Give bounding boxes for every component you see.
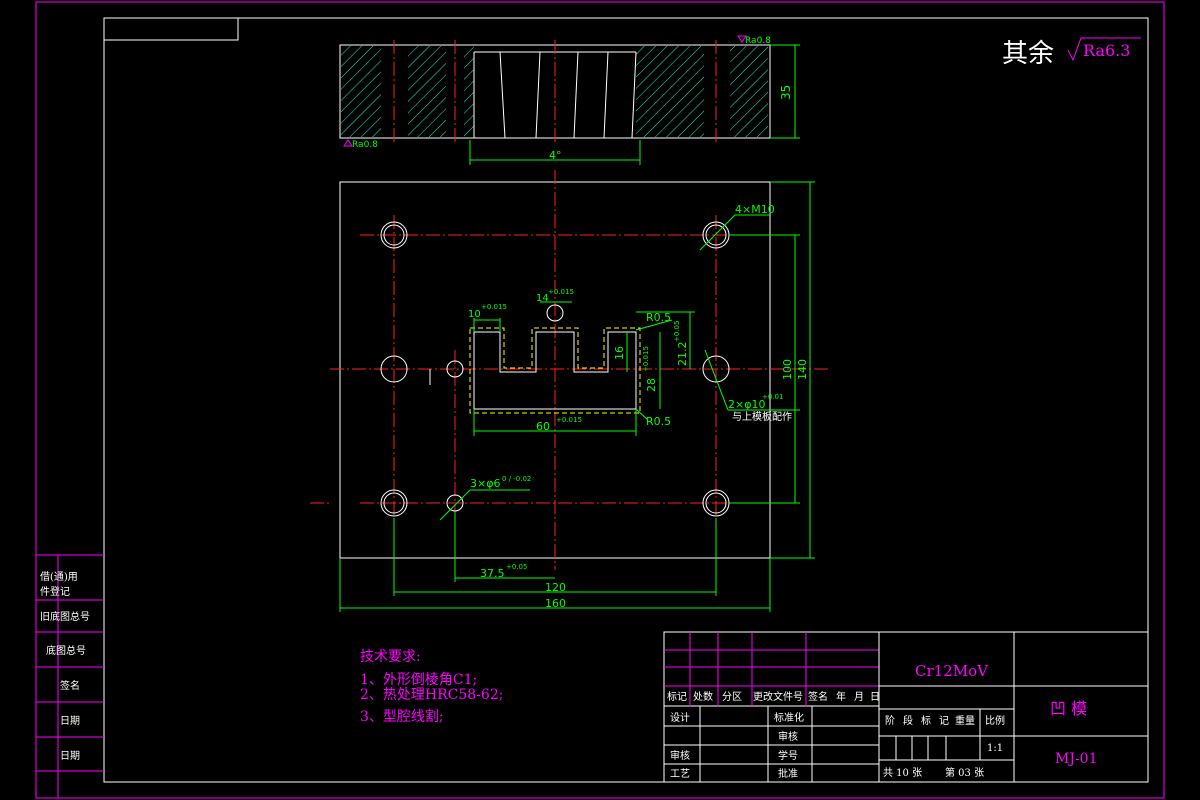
pin-callout-tol: +0.01 <box>762 393 783 401</box>
hole-callout: 4×M10 <box>735 203 775 216</box>
depth-16: 16 <box>613 346 626 360</box>
rev-doc: 更改文件号 <box>753 690 803 703</box>
rev-year: 年 <box>836 690 846 703</box>
drawing-no: MJ-01 <box>1055 751 1098 767</box>
ra-bottom-symbol <box>343 139 353 147</box>
tech-item-3: 3、型腔线割; <box>360 708 444 725</box>
part-name: 凹 模 <box>1050 699 1087 718</box>
weight-label: 重量 <box>955 714 975 727</box>
radius-bottom: R0.5 <box>646 415 671 428</box>
proofread-label: 审核 <box>778 730 798 743</box>
dim-100: 100 <box>781 359 794 380</box>
strip-label-2: 件登记 <box>40 585 70 598</box>
stage-4: 记 <box>939 715 949 727</box>
height-dim: 35 <box>779 85 793 100</box>
pin-callout: 2×φ10 <box>728 398 765 411</box>
strip-label-6: 日期 <box>60 715 80 727</box>
strip-label-3: 旧底图总号 <box>40 610 90 623</box>
hatch-3 <box>464 46 474 137</box>
surface-prefix: 其余 <box>1002 39 1054 69</box>
approve-label: 批准 <box>778 767 798 780</box>
dim-37: 37.5 <box>480 567 505 580</box>
strip-label-1: 借(通)用 <box>40 571 78 583</box>
scale-label: 比例 <box>985 714 1005 727</box>
dim-120: 120 <box>545 581 566 594</box>
sheet-number: 第 03 张 <box>945 766 984 779</box>
slot-width: 10 <box>468 309 481 320</box>
pin-note: 与上模板配作 <box>732 410 792 423</box>
title-block: 标记 处数 分区 更改文件号 签名 年 月 日 设计 标准化 审核 审核 学号 … <box>663 631 1149 783</box>
hatch-5 <box>730 46 768 137</box>
check-label: 审核 <box>670 749 690 762</box>
dim-28: 28 <box>645 378 658 392</box>
section-view: 35 Ra0.8 Ra0.8 4° <box>339 35 800 165</box>
dim-21: 21.2 <box>676 342 689 367</box>
ra-top: Ra0.8 <box>745 36 771 46</box>
tech-title: 技术要求: <box>360 649 421 665</box>
tech-item-1: 1、外形倒棱角C1; <box>360 672 477 688</box>
pin-dia-tol: +0.015 <box>548 288 574 296</box>
tech-requirements: 技术要求: 1、外形倒棱角C1; 2、热处理HRC58-62; 3、型腔线割; <box>360 649 503 725</box>
angle-dim: 4° <box>549 149 562 162</box>
stage-2: 段 <box>903 714 913 727</box>
width-60-tol: +0.015 <box>556 416 582 424</box>
rev-month: 月 <box>854 691 864 703</box>
left-strip: 借(通)用 件登记 旧底图总号 底图总号 签名 日期 日期 <box>36 554 104 798</box>
date-mark-label: 学号 <box>778 749 798 762</box>
dim-37-tol: +0.05 <box>506 563 527 571</box>
outer-border <box>35 1 1165 799</box>
plan-view: 10 +0.015 14 +0.015 R0.5 R0.5 16 28 +0.0… <box>310 170 830 612</box>
material: Cr12MoV <box>915 662 989 680</box>
strip-label-5: 签名 <box>60 679 80 692</box>
tech-item-2: 2、热处理HRC58-62; <box>360 687 503 703</box>
small-holes: 3×φ6 <box>470 477 500 490</box>
width-60: 60 <box>536 420 550 433</box>
hatch-2 <box>408 46 446 137</box>
strip-label-7: 日期 <box>60 750 80 762</box>
hatch-1 <box>341 46 381 137</box>
stage-3: 标 <box>921 715 931 727</box>
dim-160: 160 <box>545 597 566 610</box>
radius-top: R0.5 <box>646 311 671 324</box>
small-holes-tol: 0 / -0.02 <box>502 475 531 483</box>
slot-width-tol: +0.015 <box>481 303 507 311</box>
rev-day: 日 <box>870 692 880 703</box>
standardize-label: 标准化 <box>774 711 804 724</box>
rev-sign: 签名 <box>808 690 828 703</box>
process-label: 工艺 <box>670 768 690 780</box>
rev-zone: 分区 <box>722 691 742 703</box>
dim-28-tol: +0.015 <box>642 346 650 372</box>
corner-box <box>103 17 239 41</box>
stage-1: 阶 <box>885 714 895 727</box>
design-label: 设计 <box>670 711 690 724</box>
rev-mark: 标记 <box>667 691 687 703</box>
sheets-total: 共 10 张 <box>883 767 922 779</box>
dim-21-tol: +0.05 <box>673 321 681 342</box>
rev-count: 处数 <box>693 690 713 703</box>
hatch-4 <box>636 46 704 137</box>
ra-bottom: Ra0.8 <box>352 140 378 150</box>
dim-140: 140 <box>796 359 809 380</box>
drawing-canvas: 其余 Ra6.3 35 Ra0.8 Ra0.8 4° 10 +0.015 14 … <box>35 1 1165 799</box>
pin-dia: 14 <box>536 293 549 304</box>
strip-label-4: 底图总号 <box>46 644 86 657</box>
scale-value: 1:1 <box>987 743 1003 754</box>
inner-border <box>103 17 1149 783</box>
surface-roughness: Ra6.3 <box>1083 41 1130 60</box>
